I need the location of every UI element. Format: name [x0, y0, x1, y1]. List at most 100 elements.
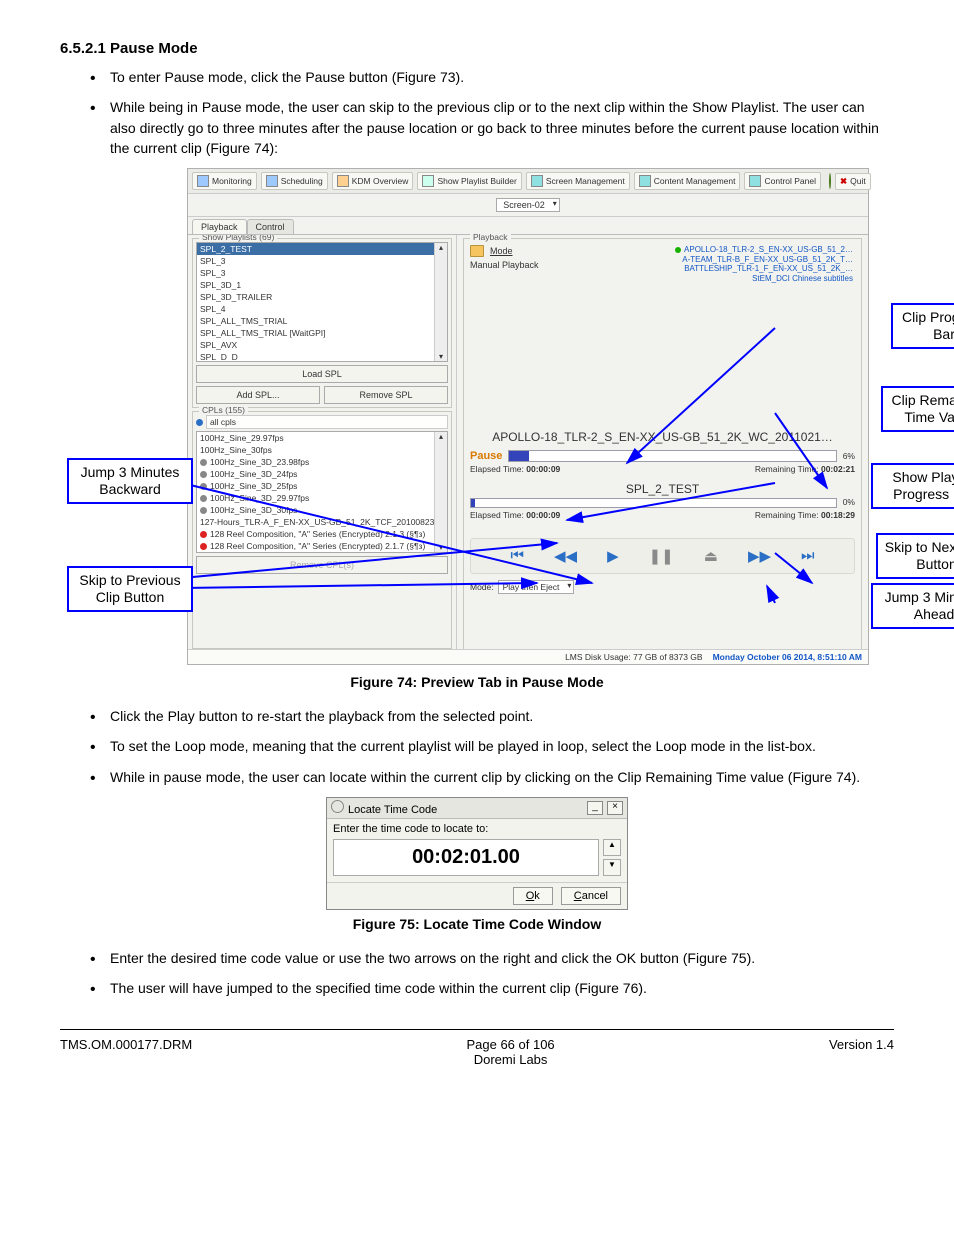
status-bar: LMS Disk Usage: 77 GB of 8373 GB Monday …	[188, 649, 868, 664]
list-item[interactable]: SPL_2_TEST	[197, 243, 447, 255]
footer-right: Version 1.4	[829, 1037, 894, 1067]
list-item[interactable]: 100Hz_Sine_30fps	[197, 444, 447, 456]
list-item[interactable]: SPL_ALL_TMS_TRIAL	[197, 315, 447, 327]
screen-mgmt-button[interactable]: Screen Management	[526, 172, 630, 190]
list-item[interactable]: 100Hz_Sine_3D_25fps	[197, 480, 447, 492]
pause-button[interactable]: ❚❚	[649, 547, 674, 565]
list-item[interactable]: SPL_ALL_TMS_TRIAL [WaitGPI]	[197, 327, 447, 339]
status-led-icon	[829, 173, 831, 189]
sub-tabs: Playback Control	[188, 217, 868, 234]
content-mgmt-button[interactable]: Content Management	[634, 172, 741, 190]
minimize-button[interactable]: _	[587, 801, 603, 815]
scheduling-button[interactable]: Scheduling	[261, 172, 328, 190]
list-item[interactable]: 16ch_Audio_-6DB	[197, 552, 447, 553]
scrollbar[interactable]: ▴▾	[434, 243, 447, 361]
mode-link[interactable]: Mode	[490, 246, 513, 256]
scrollbar[interactable]: ▴▾	[434, 432, 447, 552]
jump-back-3min-button[interactable]: ◀◀	[554, 547, 577, 565]
ok-button[interactable]: Ok	[513, 887, 553, 905]
list-item[interactable]: 100Hz_Sine_29.97fps	[197, 432, 447, 444]
show-playlists-group: Show Playlists (69) SPL_2_TEST SPL_3 SPL…	[192, 238, 452, 408]
monitor-icon	[197, 175, 209, 187]
play-mode-select[interactable]: Play then Eject	[498, 580, 575, 594]
transport-controls: ⏮ ◀◀ ▶ ❚❚ ⏏ ▶▶ ⏭	[470, 538, 855, 574]
spl-listbox[interactable]: SPL_2_TEST SPL_3 SPL_3 SPL_3D_1 SPL_3D_T…	[196, 242, 448, 362]
callout-skip-next: Skip to Next Clip Button	[876, 533, 954, 579]
clip-progress-bar[interactable]	[508, 450, 836, 462]
skip-next-button[interactable]: ⏭	[801, 547, 815, 565]
list-item[interactable]: SPL_3	[197, 255, 447, 267]
cpl-listbox[interactable]: 100Hz_Sine_29.97fps 100Hz_Sine_30fps 100…	[196, 431, 448, 553]
bottom-bullets: Enter the desired time code value or use…	[60, 948, 894, 999]
spl-percent: 0%	[843, 497, 855, 507]
bullet: The user will have jumped to the specifi…	[110, 978, 894, 998]
screen-selector-row: Screen-02	[188, 194, 868, 217]
left-pane: Show Playlists (69) SPL_2_TEST SPL_3 SPL…	[188, 235, 457, 652]
list-item[interactable]: 100Hz_Sine_3D_29.97fps	[197, 492, 447, 504]
cancel-button[interactable]: Cancel	[561, 887, 621, 905]
clip-elapsed: Elapsed Time: 00:00:09	[470, 464, 560, 474]
status-dot-icon	[200, 543, 207, 550]
remove-spl-button[interactable]: Remove SPL	[324, 386, 448, 404]
footer-company: Doremi Labs	[474, 1052, 548, 1067]
play-button[interactable]: ▶	[607, 547, 619, 565]
list-item[interactable]: 127-Hours_TLR-A_F_EN-XX_US-GB_51_2K_TCF_…	[197, 516, 447, 528]
list-item[interactable]: 100Hz_Sine_3D_30fps	[197, 504, 447, 516]
window-title: Locate Time Code	[348, 804, 437, 816]
cpl-filter[interactable]: all cpls	[206, 415, 448, 429]
control-panel-button[interactable]: Control Panel	[744, 172, 821, 190]
tab-control[interactable]: Control	[247, 219, 294, 234]
playback-legend: Playback	[470, 232, 511, 242]
bullet: Enter the desired time code value or use…	[110, 948, 894, 968]
list-item[interactable]: SPL_4	[197, 303, 447, 315]
quit-button[interactable]: ✖Quit	[835, 173, 871, 190]
footer-page: Page 66 of 106	[466, 1037, 554, 1052]
screen-selector[interactable]: Screen-02	[496, 198, 560, 212]
spl-progress-bar[interactable]	[470, 498, 837, 508]
list-item[interactable]: SPL_3D_1	[197, 279, 447, 291]
list-item[interactable]: 128 Reel Composition, "A" Series (Encryp…	[197, 540, 447, 552]
list-item[interactable]: 100Hz_Sine_3D_23.98fps	[197, 456, 447, 468]
playing-dot-icon	[675, 247, 681, 253]
section-heading: 6.5.2.1 Pause Mode	[60, 40, 894, 57]
window-icon	[331, 800, 344, 813]
footer-rule	[60, 1029, 894, 1030]
close-icon: ✖	[840, 176, 847, 187]
clip-remaining-time[interactable]: Remaining Time: 00:02:21	[755, 464, 855, 474]
list-item[interactable]: SPL_AVX	[197, 339, 447, 351]
mode-line-label: Mode:	[470, 582, 494, 592]
kdm-overview-button[interactable]: KDM Overview	[332, 172, 414, 190]
app-window: Monitoring Scheduling KDM Overview Show …	[187, 168, 869, 665]
top-bullets: To enter Pause mode, click the Pause but…	[60, 67, 894, 158]
list-item[interactable]: 100Hz_Sine_3D_24fps	[197, 468, 447, 480]
spl-builder-button[interactable]: Show Playlist Builder	[417, 172, 521, 190]
tab-playback[interactable]: Playback	[192, 219, 247, 234]
screen-icon	[531, 175, 543, 187]
clock: Monday October 06 2014, 8:51:10 AM	[713, 652, 862, 662]
list-item[interactable]: 128 Reel Composition, "A" Series (Encryp…	[197, 528, 447, 540]
list-item[interactable]: SPL_3	[197, 267, 447, 279]
monitoring-button[interactable]: Monitoring	[192, 172, 257, 190]
callout-jump-back: Jump 3 Minutes Backward	[67, 458, 193, 504]
spin-up-button[interactable]: ▲	[603, 839, 621, 856]
folder-icon	[470, 245, 484, 257]
disk-usage: LMS Disk Usage: 77 GB of 8373 GB	[565, 652, 702, 662]
figure-75-caption: Figure 75: Locate Time Code Window	[60, 916, 894, 932]
add-spl-button[interactable]: Add SPL...	[196, 386, 320, 404]
spin-down-button[interactable]: ▼	[603, 859, 621, 876]
jump-ahead-3min-button[interactable]: ▶▶	[748, 547, 771, 565]
now-playing-list: APOLLO-18_TLR-2_S_EN-XX_US-GB_51_2… A-TE…	[675, 245, 853, 283]
list-item[interactable]: SPL_3D_TRAILER	[197, 291, 447, 303]
close-button[interactable]: ×	[607, 801, 623, 815]
eject-button[interactable]: ⏏	[704, 547, 718, 565]
remove-cpl-button[interactable]: Remove CPL(s)	[196, 556, 448, 574]
load-spl-button[interactable]: Load SPL	[196, 365, 448, 383]
status-dot-icon	[200, 507, 207, 514]
bullet: While in pause mode, the user can locate…	[110, 767, 894, 787]
skip-previous-button[interactable]: ⏮	[510, 547, 524, 565]
page-footer: TMS.OM.000177.DRM Page 66 of 106 Doremi …	[60, 1037, 894, 1067]
timecode-input[interactable]: 00:02:01.00	[333, 839, 599, 876]
status-dot-icon	[200, 483, 207, 490]
list-item[interactable]: SPL_D_D	[197, 351, 447, 362]
status-dot-icon	[200, 531, 207, 538]
